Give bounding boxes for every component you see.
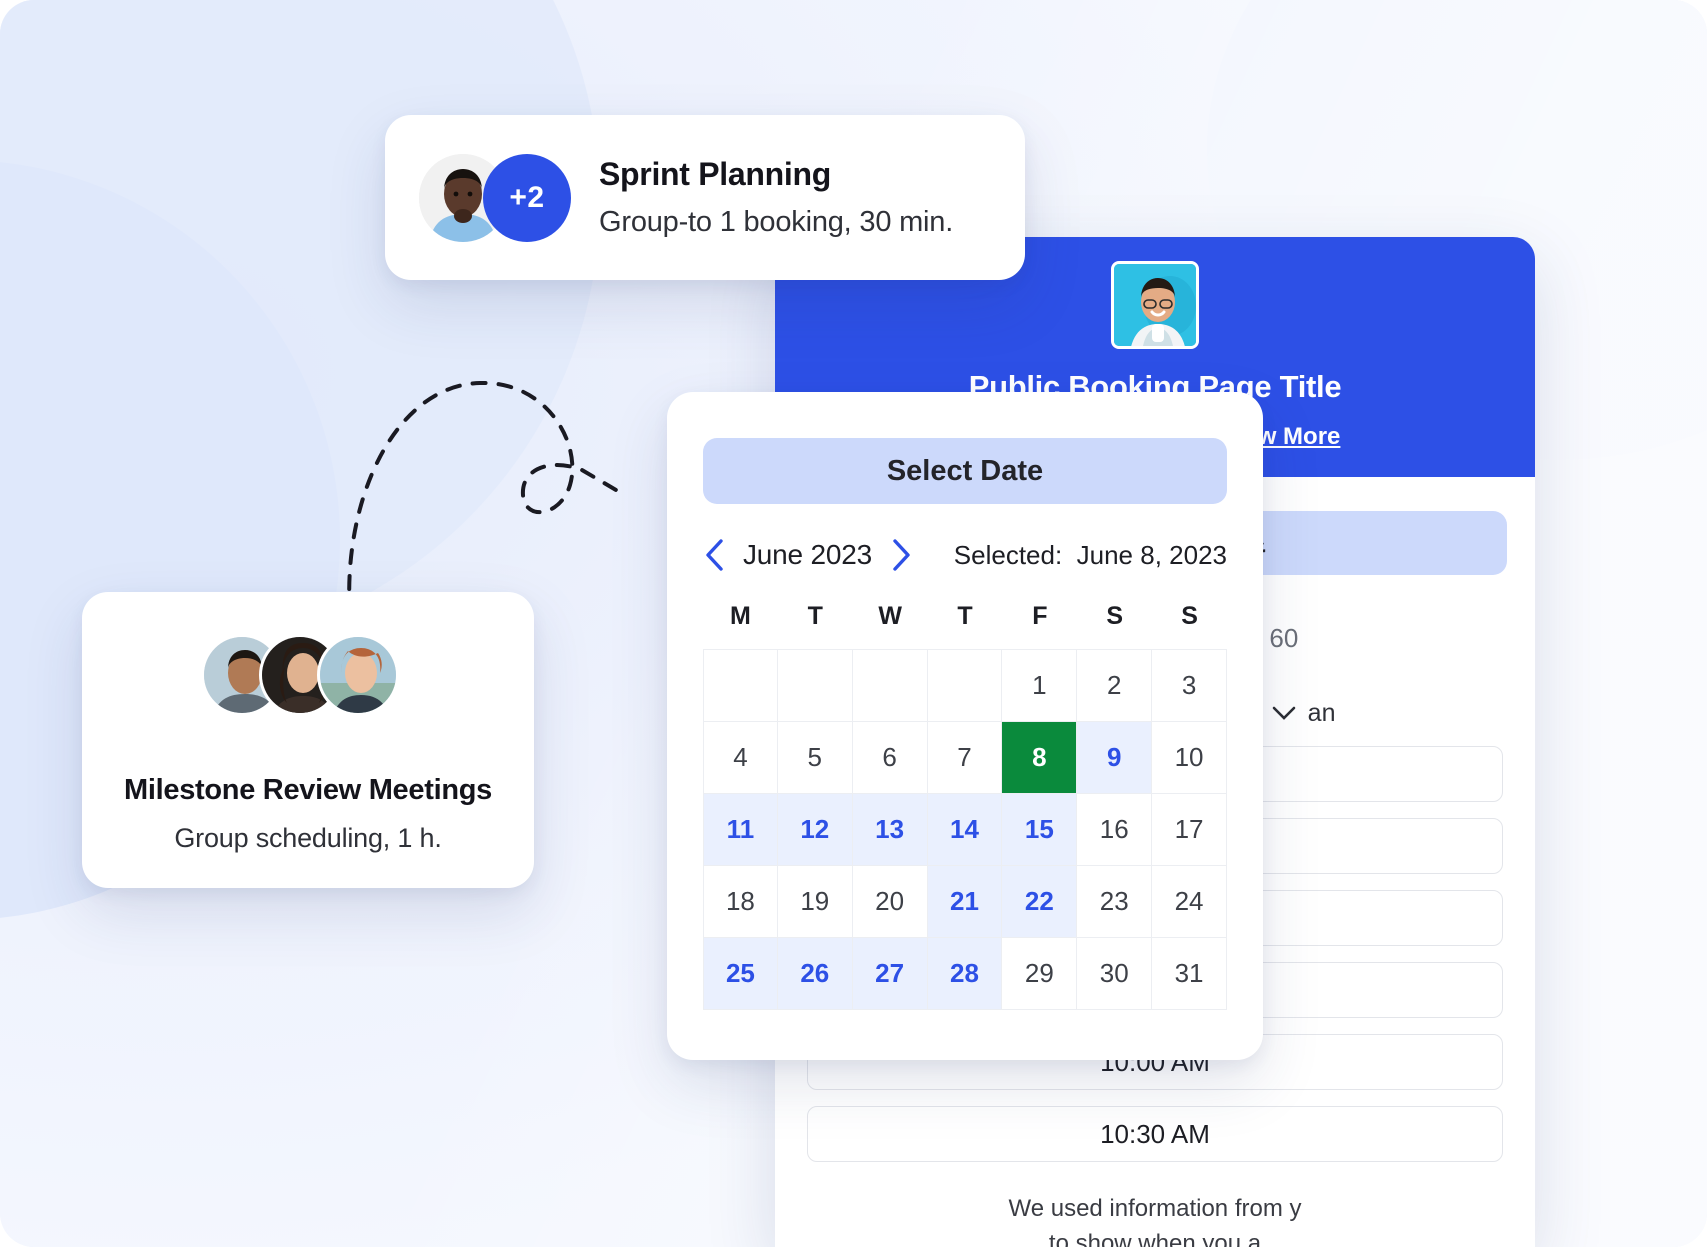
additional-attendees-badge: +2 [483,153,571,242]
day-header: W [878,602,902,630]
calendar-day-cell[interactable]: 18 [703,866,778,938]
duration-option-60[interactable]: 60 [1261,619,1306,658]
day-header: S [1106,602,1124,630]
date-picker-card: Select Date June 2023 Selected: June 8, … [667,392,1263,1060]
selected-date-display: Selected: June 8, 2023 [954,540,1227,571]
calendar-cell-empty [852,650,928,722]
sprint-card-text: Sprint Planning Group-to 1 booking, 30 m… [599,156,953,239]
calendar-day-cell[interactable]: 9 [1077,722,1153,794]
calendar-day-cell[interactable]: 19 [777,866,853,938]
app-background: Public Booking Page Title your digital p… [0,0,1707,1247]
calendar-day-cell[interactable]: 23 [1077,866,1153,938]
chevron-right-icon[interactable] [890,538,912,572]
select-date-header: Select Date [703,438,1227,504]
sprint-planning-card[interactable]: +2 Sprint Planning Group-to 1 booking, 3… [385,115,1025,280]
calendar-day-cell[interactable]: 22 [1002,866,1078,938]
milestone-review-card[interactable]: Milestone Review Meetings Group scheduli… [82,592,534,888]
calendar-day-cell[interactable]: 24 [1152,866,1227,938]
calendar-day-cell[interactable]: 3 [1152,650,1227,722]
calendar-cell-empty [777,650,853,722]
sprint-card-subtitle: Group-to 1 booking, 30 min. [599,206,954,238]
calendar-grid: 1 2 3 4 5 6 7 8 9 10 11 12 13 14 15 16 17 18 19 20 21 22 23 24 2… [703,649,1227,1010]
calendar-day-cell[interactable]: 20 [852,866,928,938]
chevron-down-icon[interactable] [1272,706,1296,720]
calendar-day-headers: M T W T F S S [703,602,1227,649]
calendar-day-cell[interactable]: 1 [1002,650,1078,722]
calendar-day-cell[interactable]: 31 [1152,938,1227,1010]
calendar-day-cell[interactable]: 28 [927,938,1003,1010]
calendar-day-cell[interactable]: 8 [1002,722,1078,794]
calendar-day-cell[interactable]: 2 [1077,650,1153,722]
calendar-day-cell[interactable]: 21 [927,866,1003,938]
calendar-day-cell[interactable]: 14 [927,794,1003,866]
footnote-line-2: to show when you a [1048,1229,1262,1247]
calendar-day-cell[interactable]: 13 [852,794,928,866]
day-header: F [1032,602,1048,630]
attendee-avatar-stack: +2 [419,153,571,242]
calendar-day-cell[interactable]: 6 [852,722,928,794]
milestone-card-title: Milestone Review Meetings [124,774,492,806]
calendar-day-cell[interactable]: 10 [1152,722,1227,794]
selected-date-value: June 8, 2023 [1076,539,1227,570]
calendar-day-cell[interactable]: 4 [703,722,778,794]
day-header: M [730,602,751,630]
calendar-day-cell[interactable]: 5 [777,722,853,794]
participant-avatar [317,634,399,716]
calendar-day-cell[interactable]: 15 [1002,794,1078,866]
calendar-day-cell[interactable]: 17 [1152,794,1227,866]
day-header: S [1181,602,1198,630]
day-header: T [957,602,973,630]
calendar-day-cell[interactable]: 29 [1002,938,1078,1010]
day-header: T [807,602,823,630]
calendar-day-cell[interactable]: 11 [703,794,778,866]
calendar-day-cell[interactable]: 30 [1077,938,1153,1010]
calendar-day-cell[interactable]: 25 [703,938,778,1010]
footnote-line-1: We used information from y [1008,1195,1302,1222]
host-avatar [1111,261,1199,349]
calendar-day-cell[interactable]: 26 [777,938,853,1010]
calendar-month-label: June 2023 [743,539,872,570]
calendar-cell-empty [703,650,778,722]
calendar-cell-empty [927,650,1003,722]
calendar-day-cell[interactable]: 7 [927,722,1003,794]
milestone-card-subtitle: Group scheduling, 1 h. [174,823,442,853]
calendar-day-cell[interactable]: 12 [777,794,853,866]
time-slot[interactable]: 10:30 AM [807,1106,1503,1162]
dashed-connector-arrow [347,380,618,617]
chevron-left-icon[interactable] [703,538,725,572]
calendar-day-cell[interactable]: 16 [1077,794,1153,866]
sprint-card-title: Sprint Planning [599,156,831,192]
booking-footnote: We used information from y to show when … [803,1192,1507,1247]
timezone-suffix: an [1307,698,1336,727]
calendar-day-cell[interactable]: 27 [852,938,928,1010]
calendar-navigation: June 2023 Selected: June 8, 2023 [703,538,1227,572]
participant-avatar-stack [201,634,415,716]
selected-date-prefix: Selected: [953,539,1063,570]
